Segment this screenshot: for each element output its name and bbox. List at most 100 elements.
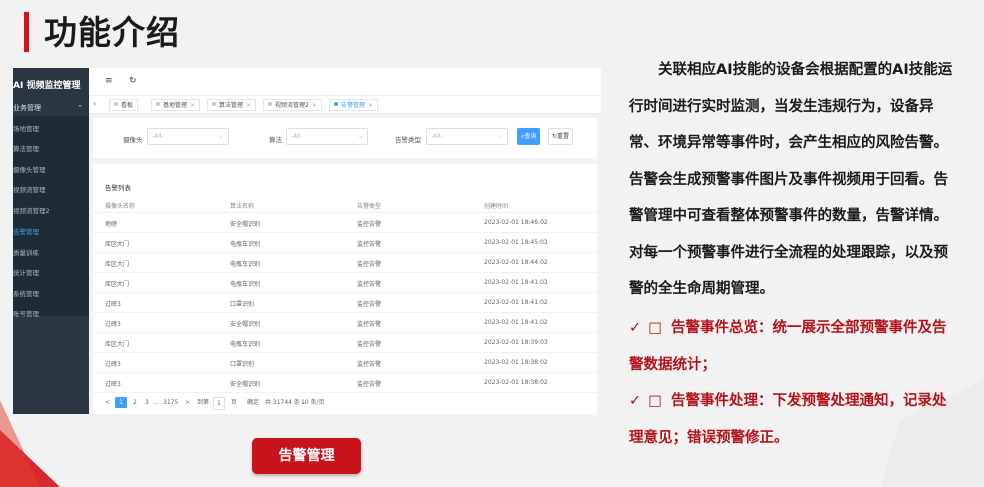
cell-type: 监控告警 <box>357 261 382 268</box>
sidebar-item-stream[interactable]: 视频流管理 <box>13 180 89 200</box>
camera-select-placeholder: -All- <box>152 133 164 140</box>
page-title: 功能介绍 <box>44 13 180 52</box>
next-page-button[interactable]: > <box>185 397 190 408</box>
tab-label: 看板 <box>121 102 134 109</box>
cell-camera: 库区大门 <box>105 261 130 268</box>
sidebar-item-system[interactable]: 系统管理 <box>13 284 89 304</box>
close-icon[interactable]: × <box>246 102 251 109</box>
reset-button[interactable]: ↻重置 <box>548 128 574 145</box>
table-row[interactable]: 过磅3 安全帽识别 监控告警 2023-02-01 18:41:02 <box>93 313 597 333</box>
tab-dashboard[interactable]: 看板 <box>109 99 139 111</box>
tab-site[interactable]: 基地管理 × <box>151 99 201 111</box>
page-2-button[interactable]: 2 <box>133 397 137 408</box>
goto-label: 到第 <box>197 399 210 406</box>
chevron-down-icon: ⌄ <box>357 133 363 140</box>
sidebar-item-account[interactable]: 账号管理 <box>13 304 89 324</box>
cell-type: 监控告警 <box>357 221 382 228</box>
main-content: ≡ ↻ ‹ 看板 基地管理 × 算法管理 × 视频流管理2 × 告警管理 × 摄像头 -… <box>89 68 601 414</box>
chevron-down-icon: ⌄ <box>497 133 503 140</box>
tab-alarm[interactable]: 告警管理 × <box>329 99 379 111</box>
bullet-text: 告警事件处理：下发预警处理通知，记录处理意见；错误预警修正。 <box>629 393 947 446</box>
cell-time: 2023-02-01 18:38:02 <box>484 359 548 366</box>
sidebar-item-alarm[interactable]: 告警管理 <box>13 222 89 242</box>
cell-algorithm: 安全帽识别 <box>230 221 261 228</box>
camera-select[interactable]: -All- ⌄ <box>147 128 229 145</box>
prev-page-button[interactable]: < <box>105 397 110 408</box>
topbar: ≡ ↻ <box>89 68 601 96</box>
tab-bar: ‹ 看板 基地管理 × 算法管理 × 视频流管理2 × 告警管理 × <box>89 96 601 114</box>
tab-stream2[interactable]: 视频流管理2 × <box>263 99 322 111</box>
cell-type: 监控告警 <box>357 341 382 348</box>
search-button-label: 查询 <box>524 133 537 140</box>
alarm-table-card: 告警列表 摄像头名称 算法名称 告警类型 创建时间 地磅 安全帽识别 监控告警 202… <box>93 164 597 414</box>
cell-algorithm: 电瓶车识别 <box>230 281 261 288</box>
tab-algorithm[interactable]: 算法管理 × <box>207 99 257 111</box>
goto-page-input[interactable]: 1 <box>213 397 225 410</box>
cell-type: 监控告警 <box>357 241 382 248</box>
tab-label: 算法管理 <box>219 102 244 109</box>
reset-button-label: 重置 <box>557 133 570 140</box>
sidebar-group-business[interactable]: 业务管理 ⌃ <box>13 100 89 116</box>
alarm-management-caption-button[interactable]: 告警管理 <box>252 438 361 474</box>
page-last-button[interactable]: 3175 <box>163 397 178 408</box>
page-3-button[interactable]: 3 <box>145 397 149 408</box>
sidebar: AI 视频监控管理 业务管理 ⌃ 场地管理 算法管理 摄像头管理 视频流管理 视… <box>13 68 89 414</box>
table-row[interactable]: 库区大门 电瓶车识别 监控告警 2023-02-01 18:41:03 <box>93 273 597 293</box>
algorithm-select-placeholder: -All- <box>291 133 303 140</box>
chevron-up-icon: ⌃ <box>77 104 83 112</box>
tab-dot-icon <box>114 102 118 106</box>
sidebar-item-camera[interactable]: 摄像头管理 <box>13 160 89 180</box>
type-select-placeholder: -All- <box>431 133 443 140</box>
refresh-icon[interactable]: ↻ <box>129 76 137 86</box>
cell-camera: 过磅3 <box>105 321 121 328</box>
search-button[interactable]: ⌕查询 <box>517 128 541 145</box>
checkmark-icon: ✓ <box>629 320 642 336</box>
filter-panel: 摄像头 -All- ⌄ 算法 -All- ⌄ 告警类型 -All- ⌄ ⌕查询 ↻重置 <box>93 118 597 158</box>
cell-algorithm: 电瓶车识别 <box>230 261 261 268</box>
total-count: 共 31744 条 <box>265 399 300 406</box>
confirm-page-button[interactable]: 确定 <box>247 397 259 408</box>
cell-algorithm: 口罩识别 <box>230 301 255 308</box>
cell-camera: 过磅3 <box>105 301 121 308</box>
page-1-button[interactable]: 1 <box>115 397 127 408</box>
sidebar-item-algorithm[interactable]: 算法管理 <box>13 139 89 159</box>
cell-time: 2023-02-01 18:44:02 <box>484 259 548 266</box>
cell-camera: 库区大门 <box>105 241 130 248</box>
table-row[interactable]: 地磅 安全帽识别 监控告警 2023-02-01 18:46:02 <box>93 213 597 233</box>
table-row[interactable]: 过磅3 安全帽识别 监控告警 2023-02-01 18:38:02 <box>93 373 597 393</box>
cell-camera: 地磅 <box>105 221 118 228</box>
table-row[interactable]: 库区大门 电瓶车识别 监控告警 2023-02-01 18:39:03 <box>93 333 597 353</box>
close-icon[interactable]: × <box>190 102 195 109</box>
table-row[interactable]: 库区大门 电瓶车识别 监控告警 2023-02-01 18:45:03 <box>93 233 597 253</box>
sidebar-item-training[interactable]: 质量训练 <box>13 243 89 263</box>
alarm-type-select[interactable]: -All- ⌄ <box>426 128 508 145</box>
cell-type: 监控告警 <box>357 281 382 288</box>
close-icon[interactable]: × <box>368 102 373 109</box>
cell-algorithm: 电瓶车识别 <box>230 241 261 248</box>
cell-time: 2023-02-01 18:45:03 <box>484 239 548 246</box>
sidebar-item-stream2[interactable]: 视频流管理2 <box>13 201 89 221</box>
sidebar-item-statistics[interactable]: 统计管理 <box>13 263 89 283</box>
table-title: 告警列表 <box>105 184 131 192</box>
column-header-camera: 摄像头名称 <box>105 203 136 210</box>
cell-type: 监控告警 <box>357 381 382 388</box>
cell-type: 监控告警 <box>357 301 382 308</box>
cell-camera: 库区大门 <box>105 341 130 348</box>
table-row[interactable]: 过磅3 口罩识别 监控告警 2023-02-01 18:41:02 <box>93 293 597 313</box>
tab-dot-icon <box>334 102 338 106</box>
sidebar-item-site[interactable]: 场地管理 <box>13 119 89 139</box>
algorithm-select[interactable]: -All- ⌄ <box>286 128 368 145</box>
tab-dot-icon <box>268 102 272 106</box>
close-icon[interactable]: × <box>312 102 317 109</box>
cell-algorithm: 安全帽识别 <box>230 321 261 328</box>
cell-algorithm: 电瓶车识别 <box>230 341 261 348</box>
bullet-text: 告警事件总览：统一展示全部预警事件及告警数据统计； <box>629 320 947 373</box>
chevron-left-icon[interactable]: ‹ <box>93 99 96 108</box>
cell-camera: 过磅3 <box>105 361 121 368</box>
tab-label: 视频流管理2 <box>275 102 309 109</box>
tab-dot-icon <box>156 102 160 106</box>
table-row[interactable]: 库区大门 电瓶车识别 监控告警 2023-02-01 18:44:02 <box>93 253 597 273</box>
menu-icon[interactable]: ≡ <box>105 76 113 86</box>
table-row[interactable]: 过磅3 口罩识别 监控告警 2023-02-01 18:38:02 <box>93 353 597 373</box>
column-header-type: 告警类型 <box>357 203 382 210</box>
